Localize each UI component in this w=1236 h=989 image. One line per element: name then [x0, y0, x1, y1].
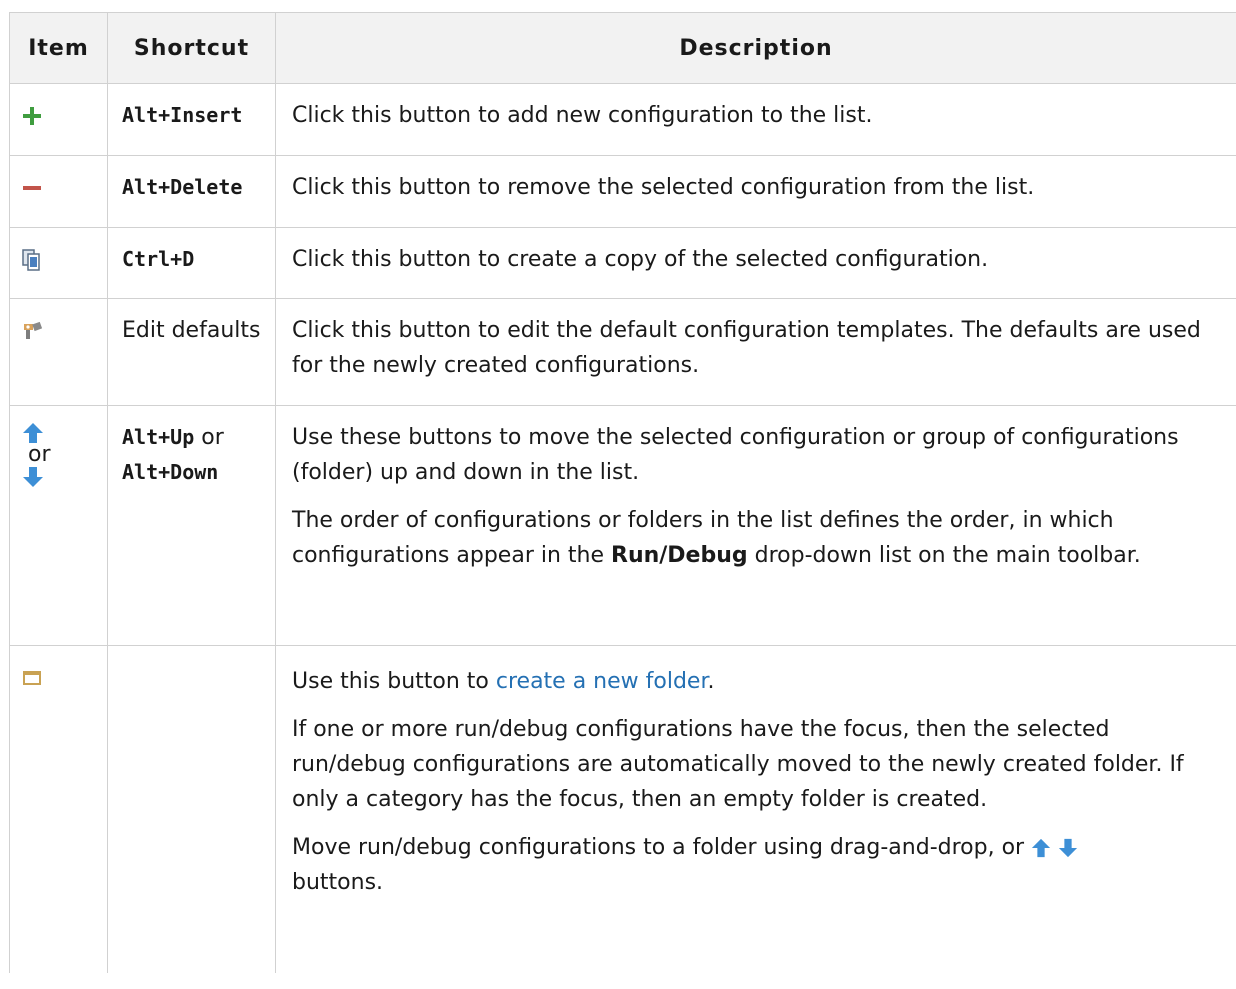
shortcut-cell: Edit defaults	[107, 298, 276, 406]
shortcut-or: or	[201, 425, 224, 450]
folder-icon	[23, 671, 41, 685]
run-debug-label: Run/Debug	[611, 543, 748, 568]
arrow-down-icon	[23, 467, 43, 487]
wrench-icon	[24, 321, 42, 339]
item-cell	[9, 155, 108, 228]
description-cell: Use this button to create a new folder. …	[275, 645, 1236, 973]
item-cell	[9, 298, 108, 406]
shortcut-key: Ctrl+D	[122, 247, 195, 271]
shortcut-text: Edit defaults	[122, 318, 261, 343]
description-text: Use these buttons to move the selected c…	[292, 425, 1179, 485]
table-row: Edit defaults Click this button to edit …	[9, 298, 1236, 406]
shortcut-cell: Alt+Delete	[107, 155, 276, 228]
description-cell: Click this button to remove the selected…	[275, 155, 1236, 228]
plus-icon	[23, 107, 41, 125]
shortcut-key: Alt+Delete	[122, 175, 243, 199]
shortcut-cell: Ctrl+D	[107, 227, 276, 299]
description-text-2: The order of configurations or folders i…	[292, 503, 1220, 573]
header-shortcut: Shortcut	[107, 12, 276, 84]
description-text-2-post: drop-down list on the main toolbar.	[747, 543, 1141, 568]
description-text: Click this button to remove the selected…	[292, 175, 1035, 200]
table-row: or Alt+Up or Alt+Down Use these buttons …	[9, 405, 1236, 646]
item-cell	[9, 83, 108, 156]
description-text: Use this button to create a new folder.	[292, 664, 1220, 699]
description-pre: Use this button to	[292, 669, 496, 694]
shortcut-cell	[107, 645, 276, 973]
item-cell	[9, 227, 108, 299]
shortcut-key-down: Alt+Down	[122, 460, 219, 484]
arrow-down-icon	[1058, 838, 1078, 858]
header-description: Description	[275, 12, 1236, 84]
table-row: Use this button to create a new folder. …	[9, 645, 1236, 973]
description-text: Click this button to create a copy of th…	[292, 247, 989, 272]
minus-icon	[23, 186, 41, 190]
arrow-up-icon	[1031, 838, 1051, 858]
table-row: Alt+Delete Click this button to remove t…	[9, 155, 1236, 228]
table-row: Alt+Insert Click this button to add new …	[9, 83, 1236, 156]
description-3-post: buttons.	[292, 870, 384, 895]
item-cell: or	[9, 405, 108, 646]
description-text-3: Move run/debug configurations to a folde…	[292, 830, 1220, 900]
description-cell: Use these buttons to move the selected c…	[275, 405, 1236, 646]
table-row: Ctrl+D Click this button to create a cop…	[9, 227, 1236, 299]
shortcut-cell: Alt+Insert	[107, 83, 276, 156]
description-3-pre: Move run/debug configurations to a folde…	[292, 835, 1032, 860]
description-text-2: If one or more run/debug configurations …	[292, 717, 1184, 812]
table-header-row: Item Shortcut Description	[9, 12, 1236, 84]
description-text: Click this button to add new configurati…	[292, 103, 873, 128]
arrow-up-icon	[23, 423, 43, 443]
shortcut-key-up: Alt+Up	[122, 425, 195, 449]
shortcut-cell: Alt+Up or Alt+Down	[107, 405, 276, 646]
item-cell	[9, 645, 108, 973]
description-text: Click this button to edit the default co…	[292, 318, 1201, 378]
shortcuts-table: Item Shortcut Description Alt+Insert Cli…	[9, 12, 1236, 973]
description-cell: Click this button to create a copy of th…	[275, 227, 1236, 299]
description-post: .	[707, 669, 715, 694]
description-cell: Click this button to edit the default co…	[275, 298, 1236, 406]
or-text: or	[28, 442, 51, 467]
header-item: Item	[9, 12, 108, 84]
description-cell: Click this button to add new configurati…	[275, 83, 1236, 156]
copy-icon	[22, 249, 40, 271]
shortcut-key: Alt+Insert	[122, 103, 243, 127]
create-folder-link[interactable]: create a new folder	[496, 669, 708, 694]
